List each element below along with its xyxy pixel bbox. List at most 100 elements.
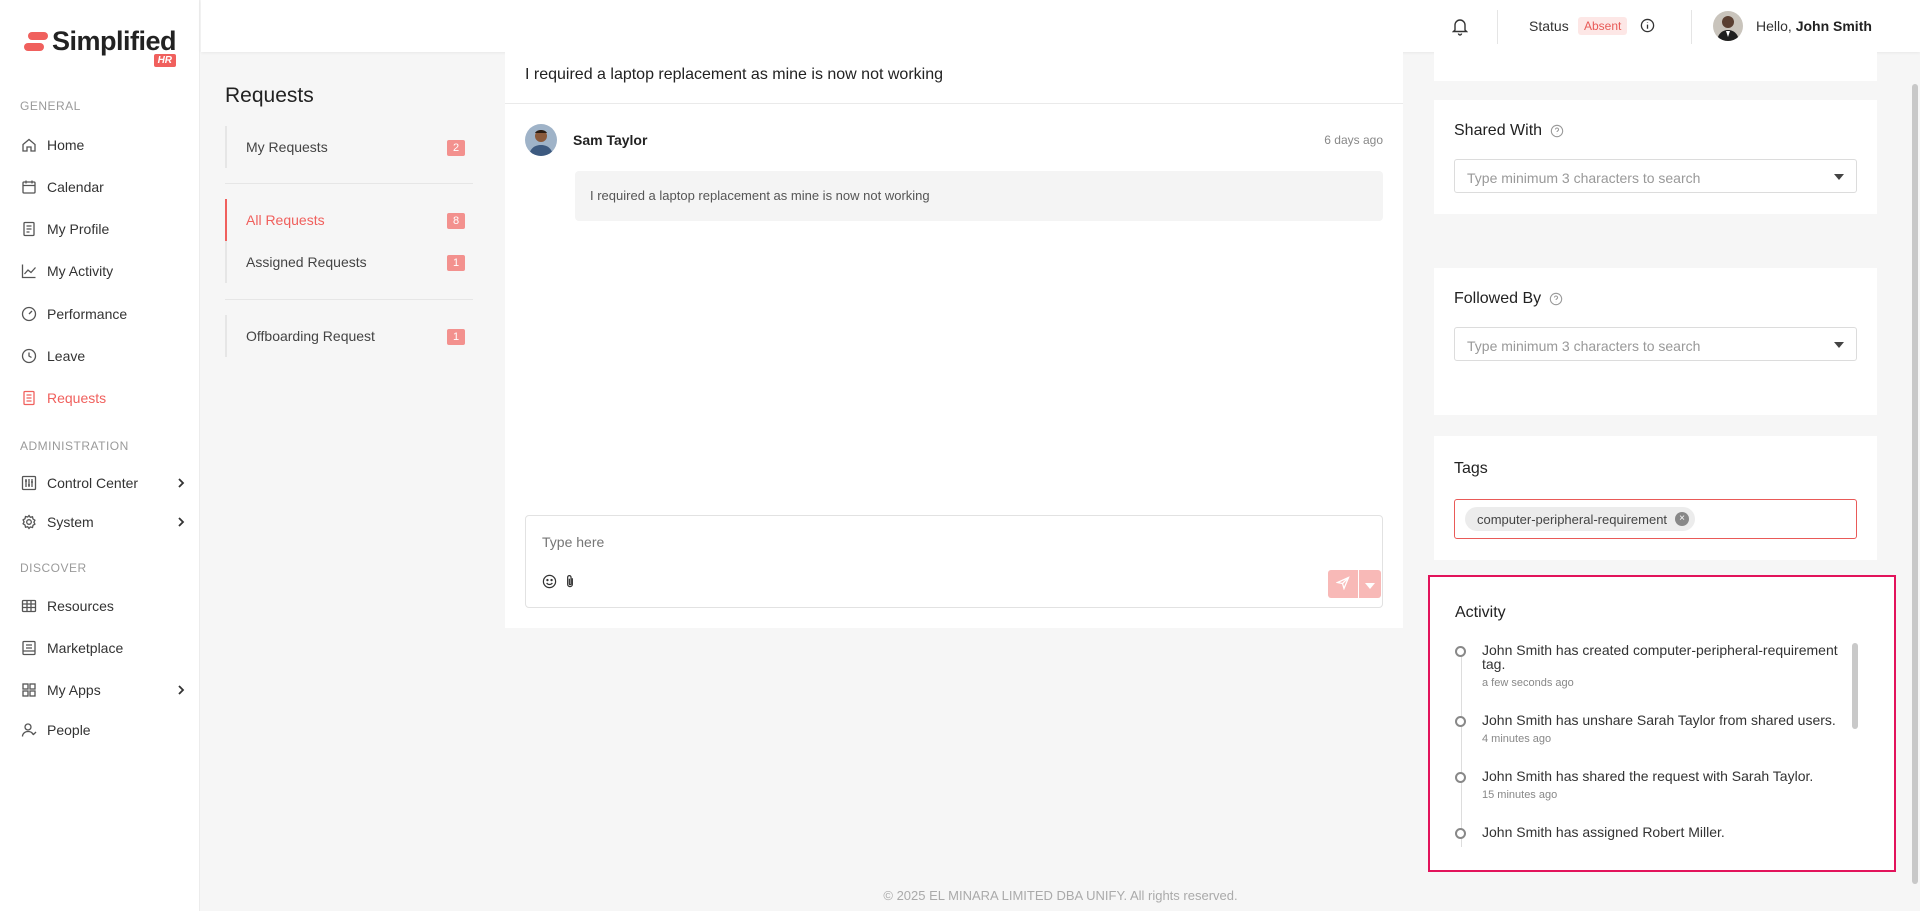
send-options-button[interactable] <box>1359 570 1381 598</box>
page-title: Requests <box>225 84 314 107</box>
requests-group-offboarding: Offboarding Request 1 <box>225 315 473 357</box>
message-bubble: I required a laptop replacement as mine … <box>575 171 1383 221</box>
timeline-dot <box>1455 772 1466 783</box>
logo[interactable]: Simplified HR <box>24 26 177 67</box>
divider <box>225 183 473 184</box>
sidebar-item-home[interactable]: Home <box>20 131 186 159</box>
sidebar-item-label: My Apps <box>47 682 101 698</box>
sidebar-item-resources[interactable]: Resources <box>20 592 186 620</box>
activity-scrollbar[interactable] <box>1852 643 1858 729</box>
count-badge: 2 <box>447 140 465 156</box>
gauge-icon <box>20 305 38 323</box>
sidebar-item-system[interactable]: System <box>20 508 186 536</box>
followed-by-title: Followed By <box>1454 290 1563 308</box>
send-button[interactable] <box>1328 570 1358 598</box>
divider <box>505 103 1403 104</box>
request-filter-label: My Requests <box>246 139 328 155</box>
author-avatar[interactable] <box>525 124 557 156</box>
shared-with-card: Shared With Type minimum 3 characters to… <box>1434 100 1877 214</box>
help-icon[interactable] <box>1550 124 1564 138</box>
message-input[interactable] <box>542 534 1242 550</box>
tags-input[interactable]: computer-peripheral-requirement × <box>1454 499 1857 539</box>
sidebar-item-calendar[interactable]: Calendar <box>20 173 186 201</box>
sidebar-item-my-activity[interactable]: My Activity <box>20 257 186 285</box>
select-placeholder: Type minimum 3 characters to search <box>1467 170 1701 186</box>
user-name: John Smith <box>1795 18 1872 34</box>
divider <box>225 299 473 300</box>
calendar-icon <box>20 178 38 196</box>
conversation-panel: I required a laptop replacement as mine … <box>505 52 1403 628</box>
chevron-right-icon <box>176 683 186 699</box>
remove-tag-icon[interactable]: × <box>1675 512 1690 526</box>
greeting-prefix: Hello, <box>1756 18 1792 34</box>
logo-mark-icon <box>24 32 48 54</box>
timeline-dot <box>1455 828 1466 839</box>
requests-icon <box>20 389 38 407</box>
paperclip-icon[interactable] <box>563 574 577 592</box>
activity-text: John Smith has created computer-peripher… <box>1482 642 1838 672</box>
bell-icon[interactable] <box>1451 16 1469 39</box>
top-header <box>201 0 1920 52</box>
sidebar-item-requests[interactable]: Requests <box>20 384 186 412</box>
chevron-right-icon <box>176 476 186 492</box>
tag-label: computer-peripheral-requirement <box>1477 511 1668 527</box>
request-filter-offboarding-request[interactable]: Offboarding Request 1 <box>227 315 473 357</box>
sidebar-item-label: People <box>47 722 91 738</box>
sidebar-item-marketplace[interactable]: Marketplace <box>20 634 186 662</box>
caret-down-icon <box>1365 576 1375 592</box>
sidebar-item-label: Requests <box>47 390 107 406</box>
chevron-right-icon <box>176 515 186 531</box>
apps-grid-icon <box>20 681 38 699</box>
section-discover: DISCOVER <box>20 561 87 575</box>
info-icon[interactable] <box>1640 18 1655 36</box>
message-composer <box>525 515 1383 608</box>
timeline-dot <box>1455 716 1466 727</box>
sidebar-item-performance[interactable]: Performance <box>20 300 186 328</box>
sidebar: Simplified HR GENERAL Home Calendar My P… <box>0 0 200 911</box>
status-label: Status <box>1529 18 1569 34</box>
people-icon <box>20 721 38 739</box>
home-icon <box>20 136 38 154</box>
request-filter-assigned-requests[interactable]: Assigned Requests 1 <box>227 241 473 283</box>
sidebar-item-my-profile[interactable]: My Profile <box>20 215 186 243</box>
sidebar-item-label: My Profile <box>47 221 110 237</box>
activity-time: a few seconds ago <box>1482 677 1574 689</box>
avatar[interactable] <box>1713 11 1743 41</box>
sidebar-item-label: Resources <box>47 598 114 614</box>
sidebar-item-label: Control Center <box>47 475 139 491</box>
caret-down-icon <box>1834 342 1844 348</box>
request-filter-label: Assigned Requests <box>246 254 367 270</box>
header-divider <box>1691 10 1692 44</box>
request-filter-all-requests[interactable]: All Requests 8 <box>225 199 473 241</box>
count-badge: 8 <box>447 213 465 229</box>
request-title: I required a laptop replacement as mine … <box>525 66 943 83</box>
count-badge: 1 <box>447 255 465 271</box>
activity-text: John Smith has shared the request with S… <box>1482 768 1814 784</box>
sidebar-item-people[interactable]: People <box>20 716 186 744</box>
sidebar-item-control-center[interactable]: Control Center <box>20 469 186 497</box>
sidebar-item-my-apps[interactable]: My Apps <box>20 676 186 704</box>
followed-by-select[interactable]: Type minimum 3 characters to search <box>1454 327 1857 361</box>
profile-icon <box>20 220 38 238</box>
sidebar-item-label: Calendar <box>47 179 104 195</box>
status-badge[interactable]: Absent <box>1578 17 1628 35</box>
shared-with-title: Shared With <box>1454 122 1564 140</box>
page-scrollbar[interactable] <box>1912 84 1918 884</box>
shared-with-select[interactable]: Type minimum 3 characters to search <box>1454 159 1857 193</box>
sidebar-item-label: Leave <box>47 348 86 364</box>
activity-text: John Smith has unshare Sarah Taylor from… <box>1482 712 1836 728</box>
followed-by-title-text: Followed By <box>1454 290 1542 307</box>
footer-copyright: © 2025 EL MINARA LIMITED DBA UNIFY. All … <box>883 888 1238 903</box>
emoji-icon[interactable] <box>542 574 557 592</box>
help-icon[interactable] <box>1549 292 1563 306</box>
brand-sub: HR <box>153 54 177 67</box>
composer-tools <box>542 574 577 592</box>
activity-item: John Smith has created computer-peripher… <box>1455 643 1855 689</box>
sidebar-item-label: Performance <box>47 306 128 322</box>
sidebar-item-leave[interactable]: Leave <box>20 342 186 370</box>
request-filter-my-requests[interactable]: My Requests 2 <box>227 126 473 168</box>
tag-chip[interactable]: computer-peripheral-requirement × <box>1465 507 1696 531</box>
brand-name: Simplified <box>52 26 177 56</box>
activity-card: Activity John Smith has created computer… <box>1428 575 1896 872</box>
gear-icon <box>20 513 38 531</box>
